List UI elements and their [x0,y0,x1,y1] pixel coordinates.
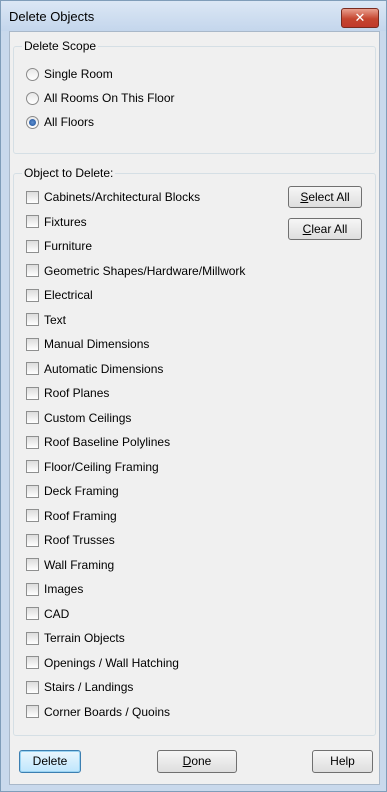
select-all-button[interactable]: Select All [288,186,362,208]
checkbox-label: Automatic Dimensions [44,361,164,376]
checkbox[interactable] [26,460,39,473]
checkbox[interactable] [26,239,39,253]
dialog-title: Delete Objects [9,9,95,24]
object-checkbox-row[interactable]: Automatic Dimensions [26,360,163,378]
object-checkbox-row[interactable]: Text [26,311,66,329]
checkbox[interactable] [26,509,39,522]
checkbox[interactable] [26,607,39,620]
object-to-delete-group: Object to Delete: Cabinets/Architectural… [13,166,376,736]
radio-label: All Rooms On This Floor [44,91,175,105]
clear-all-button[interactable]: Clear All [288,218,362,240]
checkbox-label: CAD [44,606,70,621]
checkbox[interactable] [26,264,39,277]
checkbox[interactable] [26,190,39,204]
delete-button[interactable]: Delete [19,750,81,773]
checkbox-label: Corner Boards / Quoins [44,704,171,719]
checkbox-label: Roof Baseline Polylines [44,435,171,449]
object-checkbox-row[interactable]: Furniture [26,237,92,255]
checkbox[interactable] [26,558,39,571]
radio-indicator[interactable] [26,67,39,81]
object-checkbox-row[interactable]: Roof Baseline Polylines [26,433,170,451]
clear-all-text: lear All [311,222,348,236]
checkbox[interactable] [26,288,39,302]
title-bar: Delete Objects ✕ [1,1,386,31]
checkbox[interactable] [26,313,39,326]
checkbox-label: Openings / Wall Hatching [44,655,179,670]
done-mnemonic: D [182,754,192,768]
checkbox-label: Manual Dimensions [44,337,150,351]
checkbox-label: Text [44,312,67,327]
object-checkbox-row[interactable]: Terrain Objects [26,629,125,647]
checkbox-label: Roof Framing [44,508,117,523]
object-checkbox-row[interactable]: Manual Dimensions [26,335,149,353]
checkbox[interactable] [26,362,39,375]
radio-all-floors[interactable]: All Floors [26,113,94,131]
checkbox[interactable] [26,582,39,596]
object-checkbox-row[interactable]: Openings / Wall Hatching [26,654,179,672]
checkbox-label: Cabinets/Architectural Blocks [44,190,201,204]
checkbox-label: Roof Planes [44,386,110,400]
object-checkbox-row[interactable]: Roof Planes [26,384,109,402]
checkbox-label: Furniture [44,239,93,253]
checkbox[interactable] [26,435,39,449]
checkbox[interactable] [26,411,39,424]
checkbox[interactable] [26,631,39,645]
object-checkbox-row[interactable]: Floor/Ceiling Framing [26,458,159,476]
object-checkbox-row[interactable]: Electrical [26,286,93,304]
radio-single-room[interactable]: Single Room [26,65,113,83]
done-button[interactable]: Done [157,750,237,773]
object-checkbox-row[interactable]: Fixtures [26,213,87,231]
checkbox[interactable] [26,215,39,228]
object-checkbox-row[interactable]: Corner Boards / Quoins [26,703,170,721]
radio-all-rooms-on-floor[interactable]: All Rooms On This Floor [26,89,174,107]
delete-scope-label: Delete Scope [22,39,99,53]
checkbox-label: Images [44,582,84,596]
checkbox-label: Deck Framing [44,484,119,498]
checkbox-label: Fixtures [44,214,87,229]
checkbox-label: Stairs / Landings [44,680,134,694]
checkbox-label: Roof Trusses [44,533,115,547]
clear-all-mnemonic: C [302,222,312,236]
radio-indicator[interactable] [26,115,39,129]
object-checkbox-row[interactable]: Images [26,580,83,598]
checkbox[interactable] [26,680,39,694]
checkbox[interactable] [26,656,39,669]
object-checkbox-row[interactable]: Wall Framing [26,556,114,574]
object-checkbox-row[interactable]: Custom Ceilings [26,409,131,427]
delete-scope-group: Delete Scope Single Room All Rooms On Th… [13,39,376,154]
object-to-delete-label: Object to Delete: [22,166,116,180]
checkbox[interactable] [26,386,39,400]
object-checkbox-row[interactable]: Cabinets/Architectural Blocks [26,188,200,206]
checkbox[interactable] [26,484,39,498]
checkbox-label: Terrain Objects [44,631,125,645]
close-icon[interactable]: ✕ [341,8,379,28]
checkbox-label: Wall Framing [44,557,115,572]
checkbox-label: Geometric Shapes/Hardware/Millwork [44,263,246,278]
checkbox[interactable] [26,533,39,547]
done-text: one [191,754,212,768]
delete-objects-dialog: Delete Objects ✕ Delete Scope Single Roo… [0,0,387,792]
dialog-body: Delete Scope Single Room All Rooms On Th… [9,31,380,785]
object-checkbox-row[interactable]: Roof Trusses [26,531,115,549]
object-checkbox-row[interactable]: CAD [26,605,69,623]
checkbox[interactable] [26,705,39,718]
checkbox-label: Custom Ceilings [44,410,132,425]
radio-label: All Floors [44,115,95,129]
checkbox-label: Electrical [44,288,93,302]
help-button[interactable]: Help [312,750,373,773]
radio-indicator[interactable] [26,91,39,105]
object-checkbox-row[interactable]: Deck Framing [26,482,119,500]
object-checkbox-row[interactable]: Stairs / Landings [26,678,133,696]
object-checkbox-row[interactable]: Roof Framing [26,507,117,525]
checkbox[interactable] [26,337,39,351]
radio-label: Single Room [44,67,113,81]
select-all-text: elect All [308,190,350,204]
checkbox-label: Floor/Ceiling Framing [44,459,159,474]
object-checkbox-row[interactable]: Geometric Shapes/Hardware/Millwork [26,262,245,280]
